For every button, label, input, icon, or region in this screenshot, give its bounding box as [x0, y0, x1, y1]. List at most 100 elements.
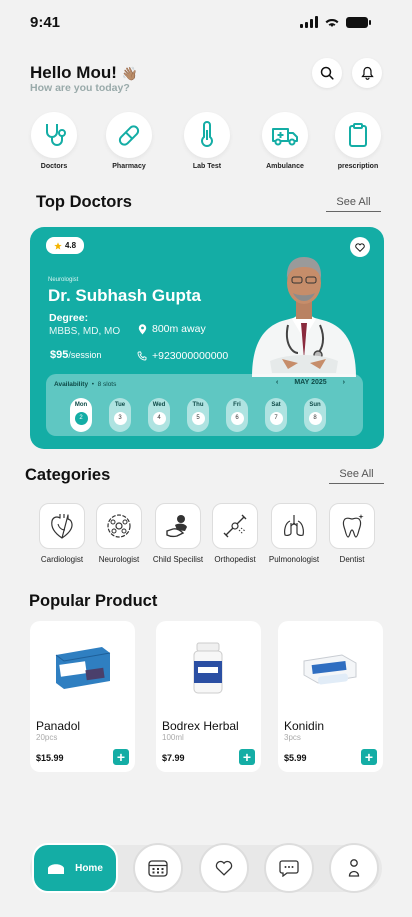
status-time: 9:41	[30, 14, 61, 31]
day-slot-sat[interactable]: Sat 7	[265, 398, 287, 432]
day-slot-wed[interactable]: Wed 4	[148, 398, 170, 432]
product-quantity: 100ml	[162, 733, 184, 742]
day-slot-mon[interactable]: Mon 2	[70, 398, 92, 432]
product-image	[55, 647, 111, 689]
degree-label: Degree:	[49, 312, 89, 324]
product-price: $15.99	[36, 753, 64, 763]
day-slot-sun[interactable]: Sun 8	[304, 398, 326, 432]
category-label: Dentist	[339, 555, 365, 564]
child-care-icon	[166, 515, 187, 538]
home-icon	[48, 864, 65, 874]
clipboard-icon	[349, 123, 367, 147]
add-to-cart-button[interactable]: +	[113, 749, 129, 765]
nav-favorites-button[interactable]	[199, 843, 249, 893]
chevron-right-icon[interactable]: ›	[343, 379, 345, 386]
nav-home-label: Home	[75, 862, 103, 874]
greeting: Hello Mou! 👋🏽	[30, 63, 138, 82]
service-pharmacy[interactable]: Pharmacy	[97, 112, 161, 170]
service-label: Doctors	[40, 163, 68, 170]
search-icon	[320, 66, 334, 80]
month-label: MAY 2025	[294, 379, 327, 386]
product-quantity: 20pcs	[36, 733, 58, 742]
service-label: Lab Test	[192, 163, 222, 170]
service-label: prescription	[337, 163, 379, 170]
chevron-left-icon[interactable]: ‹	[276, 379, 278, 386]
product-quantity: 3pcs	[284, 733, 301, 742]
consultation-fee: $95/session	[50, 349, 102, 361]
product-image	[303, 654, 357, 685]
product-image	[193, 642, 223, 694]
heart-icon	[215, 860, 233, 876]
product-card[interactable]: Konidin 3pcs $5.99 +	[278, 621, 383, 772]
heart-organ-icon	[51, 514, 73, 539]
search-button[interactable]	[312, 58, 342, 88]
doctor-phone[interactable]: +923000000000	[137, 350, 228, 362]
add-to-cart-button[interactable]: +	[361, 749, 377, 765]
calendar-icon	[148, 860, 168, 877]
category-pulmonologist[interactable]: Pulmonologist	[269, 503, 319, 564]
nav-messages-button[interactable]	[264, 843, 314, 893]
doctor-name: Dr. Subhash Gupta	[48, 286, 202, 305]
product-name: Panadol	[36, 719, 81, 733]
star-icon	[54, 241, 62, 250]
rating-badge: 4.8	[46, 237, 84, 254]
top-doctors-title: Top Doctors	[36, 193, 132, 211]
product-price: $7.99	[162, 753, 185, 763]
service-ambulance[interactable]: Ambulance	[253, 112, 317, 170]
pill-icon	[118, 125, 140, 146]
notification-button[interactable]	[352, 58, 382, 88]
category-neurologist[interactable]: Neurologist	[94, 503, 144, 564]
profile-icon	[348, 859, 360, 877]
tooth-icon	[342, 514, 364, 538]
service-label: Ambulance	[266, 163, 304, 170]
category-orthopedist[interactable]: Orthopedist	[210, 503, 260, 564]
add-to-cart-button[interactable]: +	[239, 749, 255, 765]
category-dentist[interactable]: Dentist	[327, 503, 377, 564]
month-selector: ‹ MAY 2025 ›	[276, 379, 345, 386]
category-cardiologist[interactable]: Cardiologist	[37, 503, 87, 564]
day-slot-tue[interactable]: Tue 3	[109, 398, 131, 432]
product-card[interactable]: Panadol 20pcs $15.99 +	[30, 621, 135, 772]
product-price: $5.99	[284, 753, 307, 763]
wave-emoji: 👋🏽	[121, 66, 138, 81]
status-icons	[300, 16, 371, 28]
day-slot-fri[interactable]: Fri 6	[226, 398, 248, 432]
service-prescription[interactable]: prescription	[326, 112, 390, 170]
bell-icon	[360, 66, 374, 80]
service-lab-test[interactable]: Lab Test	[175, 112, 239, 170]
wifi-icon	[325, 18, 339, 27]
thermometer-icon	[201, 121, 213, 147]
nav-calendar-button[interactable]	[133, 843, 183, 893]
day-slot-thu[interactable]: Thu 5	[187, 398, 209, 432]
ambulance-icon	[272, 128, 298, 146]
category-child-specialist[interactable]: Child Specilist	[153, 503, 203, 564]
categories-see-all[interactable]: See All	[329, 468, 384, 484]
product-name: Bodrex Herbal	[162, 719, 239, 733]
doctor-distance: 800m away	[138, 323, 206, 335]
nav-home-button[interactable]: Home	[32, 843, 118, 893]
degree-value: MBBS, MD, MO	[49, 326, 121, 337]
availability-panel: Availability • 8 slots ‹ MAY 2025 › Mon 2…	[46, 374, 363, 436]
categories-title: Categories	[25, 466, 111, 484]
greeting-subtitle: How are you today?	[30, 82, 130, 94]
product-name: Konidin	[284, 719, 325, 733]
lungs-icon	[284, 515, 304, 536]
doctor-card[interactable]: 4.8 Neurologist Dr. Subhash Gupta Degree…	[30, 227, 384, 449]
service-label: Pharmacy	[112, 163, 146, 170]
bone-joint-icon	[223, 514, 247, 538]
brain-icon	[107, 514, 131, 538]
chat-icon	[279, 860, 299, 877]
stethoscope-icon	[46, 124, 66, 146]
service-doctors[interactable]: Doctors	[22, 112, 86, 170]
phone-icon	[137, 351, 147, 361]
top-doctors-see-all[interactable]: See All	[326, 196, 381, 212]
battery-icon	[346, 16, 371, 28]
doctor-photo	[252, 257, 356, 377]
location-pin-icon	[138, 323, 147, 334]
availability-label: Availability • 8 slots	[54, 381, 117, 388]
product-card[interactable]: Bodrex Herbal 100ml $7.99 +	[156, 621, 261, 772]
doctor-specialty: Neurologist	[48, 277, 79, 283]
signal-icon	[300, 16, 318, 28]
nav-profile-button[interactable]	[329, 843, 379, 893]
popular-product-title: Popular Product	[29, 592, 158, 610]
